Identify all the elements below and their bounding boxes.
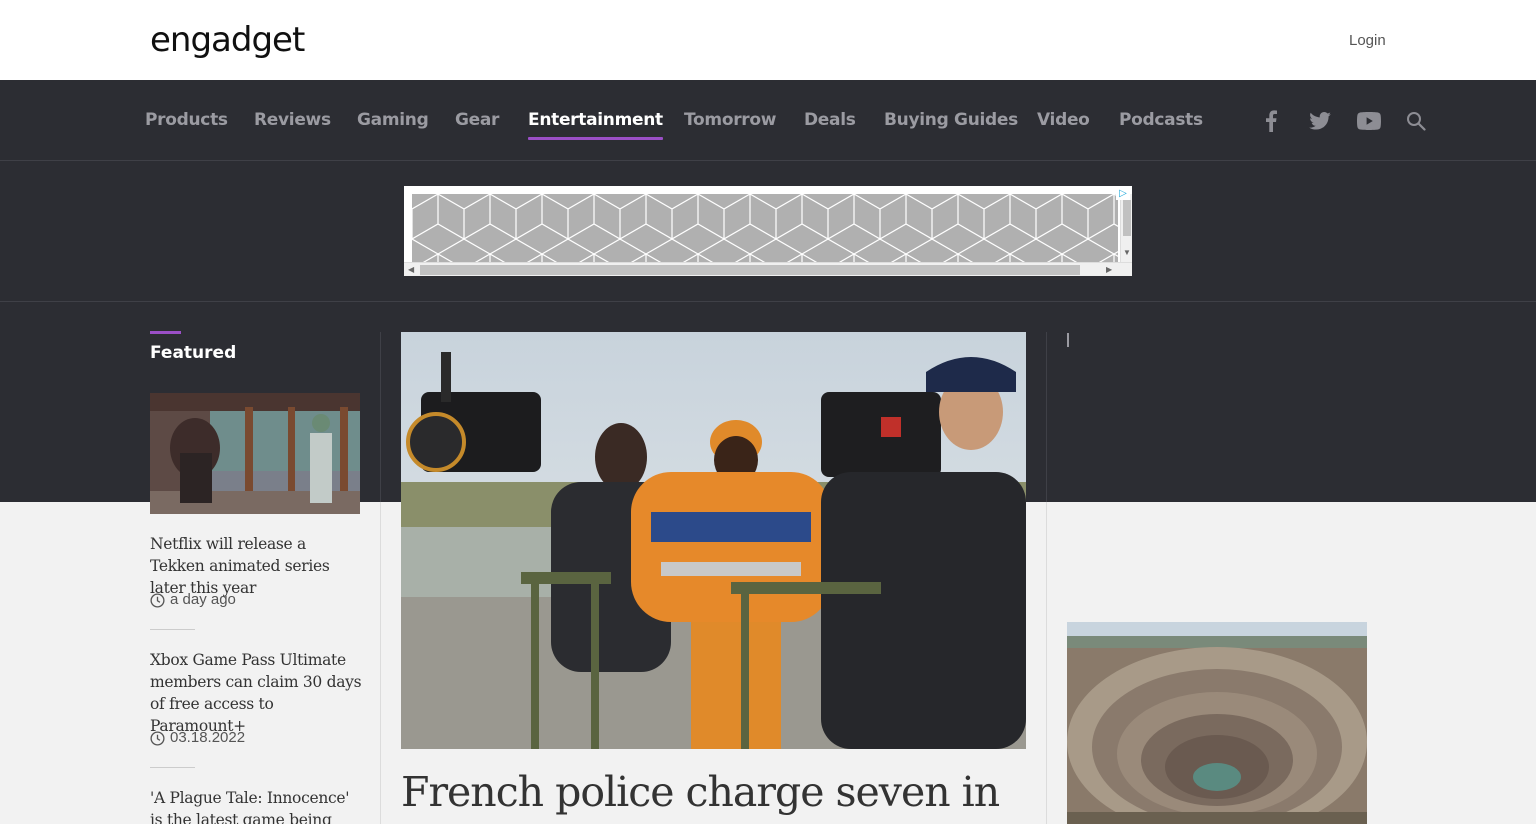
featured-story-meta-1: a day ago [150, 590, 236, 610]
nav-item-podcasts[interactable]: Podcasts [1119, 108, 1203, 140]
search-icon[interactable] [1403, 108, 1429, 134]
nav-item-video[interactable]: Video [1037, 108, 1090, 140]
sidebar-story-image[interactable] [1067, 622, 1367, 824]
column-divider-right [1046, 332, 1047, 502]
nav-item-gear[interactable]: Gear [455, 108, 499, 140]
featured-story-meta-2: 03.18.2022 [150, 728, 245, 748]
nav-item-entertainment[interactable]: Entertainment [528, 108, 663, 140]
story-divider [150, 767, 195, 768]
featured-story-time-2: 03.18.2022 [170, 729, 246, 746]
facebook-icon[interactable] [1258, 108, 1284, 134]
chevron-down-icon[interactable]: ▼ [1123, 248, 1131, 258]
adchoices-icon[interactable]: ▷ [1116, 187, 1130, 200]
chevron-left-icon[interactable]: ◀ [408, 265, 414, 275]
hero-story-image[interactable] [401, 332, 1026, 749]
ad-horizontal-scroll-thumb[interactable] [420, 265, 1080, 275]
clock-icon [150, 730, 165, 746]
ad-vertical-scroll-thumb[interactable] [1123, 200, 1131, 236]
youtube-icon[interactable] [1356, 108, 1382, 134]
main-nav: Products Reviews Gaming Gear Entertainme… [0, 80, 1536, 161]
column-divider-left-light [380, 502, 381, 824]
clock-icon [150, 592, 165, 608]
nav-item-products[interactable]: Products [145, 108, 228, 140]
nav-item-reviews[interactable]: Reviews [254, 108, 331, 140]
featured-story-title-3[interactable]: 'A Plague Tale: Innocence' is the latest… [150, 787, 362, 824]
login-link[interactable]: Login [1349, 31, 1386, 51]
right-column-marker [1067, 333, 1069, 347]
nav-item-gaming[interactable]: Gaming [357, 108, 429, 140]
ad-horizontal-scrollbar[interactable]: ◀ ▶ [404, 262, 1132, 276]
nav-item-buying-guides[interactable]: Buying Guides [884, 108, 1018, 140]
column-divider-right-light [1046, 502, 1047, 824]
featured-accent-bar [150, 331, 181, 334]
twitter-icon[interactable] [1307, 108, 1333, 134]
nav-item-deals[interactable]: Deals [804, 108, 856, 140]
hero-headline[interactable]: French police charge seven in [401, 766, 1000, 818]
featured-story-time-1: a day ago [170, 591, 236, 608]
featured-story-thumbnail[interactable] [150, 393, 360, 514]
featured-story-title-2[interactable]: Xbox Game Pass Ultimate members can clai… [150, 649, 362, 737]
ad-vertical-scrollbar[interactable]: ▼ [1120, 194, 1132, 262]
ad-pattern-graphic [412, 194, 1118, 262]
ad-banner[interactable]: ▼ ◀ ▶ ▷ [404, 186, 1132, 276]
story-divider [150, 629, 195, 630]
chevron-right-icon[interactable]: ▶ [1106, 265, 1112, 275]
featured-heading: Featured [150, 343, 237, 363]
top-header: engadget Login [0, 0, 1536, 80]
nav-item-tomorrow[interactable]: Tomorrow [684, 108, 776, 140]
engadget-logo[interactable]: engadget [150, 20, 305, 60]
